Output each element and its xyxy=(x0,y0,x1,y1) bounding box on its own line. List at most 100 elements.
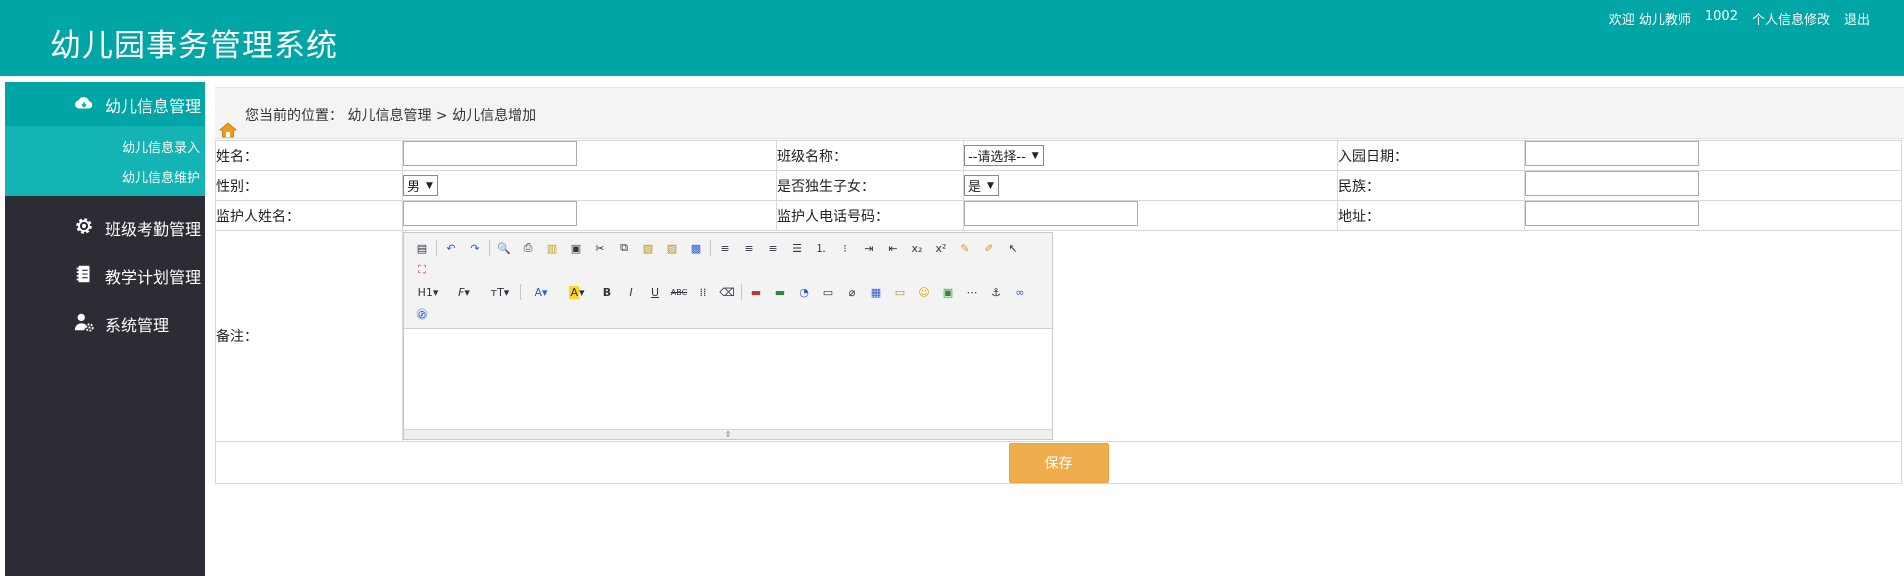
paste-text-icon[interactable]: ▨ xyxy=(660,237,684,259)
gender-select-value: 男 xyxy=(407,180,421,195)
line-height-icon[interactable]: ⁞⁞ xyxy=(691,281,715,303)
save-button[interactable]: 保存 xyxy=(1008,442,1109,483)
source-icon[interactable]: ▤ xyxy=(410,237,434,259)
app-header: 幼儿园事务管理系统 欢迎 幼儿教师 1002 个人信息修改 退出 xyxy=(0,0,1904,76)
form-row: 保存 xyxy=(215,441,1902,484)
sidebar-item-child-entry[interactable]: 幼儿信息录入 xyxy=(5,138,205,168)
remarks-label: 备注： xyxy=(215,230,403,442)
font-family-button[interactable]: F ▾ xyxy=(446,281,482,303)
ethnicity-label: 民族： xyxy=(1337,170,1525,201)
format-painter-icon[interactable]: ✐ xyxy=(977,237,1001,259)
cut-icon[interactable]: ✂ xyxy=(588,237,612,259)
outdent-icon[interactable]: ⇤ xyxy=(881,237,905,259)
sidebar-item-label: 系统管理 xyxy=(105,316,170,335)
gender-select[interactable]: 男 ▼ xyxy=(403,175,438,196)
guardian-name-input[interactable] xyxy=(403,201,577,226)
undo-icon[interactable]: ↶ xyxy=(439,237,463,259)
name-input[interactable] xyxy=(403,141,577,166)
align-center-icon[interactable]: ≡ xyxy=(737,237,761,259)
clear-format-icon[interactable]: ✎ xyxy=(953,237,977,259)
heading-label: H1 xyxy=(417,285,433,299)
ordered-list-icon[interactable]: ⒈ xyxy=(809,237,833,259)
address-label: 地址： xyxy=(1337,200,1525,231)
justify-icon[interactable]: ☰ xyxy=(785,237,809,259)
sidebar-group-label: 幼儿信息管理 xyxy=(105,97,202,116)
enroll-date-label: 入园日期： xyxy=(1337,140,1525,171)
bold-button[interactable]: B xyxy=(595,281,619,303)
help-icon[interactable]: ⓘ xyxy=(410,303,434,325)
rich-text-editor: ▤ ↶ ↷ 🔍 ⎙ ▥ ▣ ✂ ⧉ ▧ ▨ ▩ ≡ ≡ ≡ ☰ ⒈ ⁝ ⇥ ⇤ … xyxy=(403,232,1053,440)
attachment-icon[interactable]: ⌀ xyxy=(840,281,864,303)
sidebar-item-label: 教学计划管理 xyxy=(105,268,202,287)
logout-link[interactable]: 退出 xyxy=(1844,9,1870,28)
home-icon xyxy=(219,122,237,138)
heading-button[interactable]: H1 ▾ xyxy=(410,281,446,303)
code-icon[interactable]: ▣ xyxy=(564,237,588,259)
unordered-list-icon[interactable]: ⁝ xyxy=(833,237,857,259)
highlight-color-icon[interactable]: A ▾ xyxy=(559,281,595,303)
map-icon[interactable]: ▣ xyxy=(936,281,960,303)
editor-resize-handle[interactable]: ⇕ xyxy=(404,429,1052,439)
strike-label: ABC xyxy=(670,287,688,297)
sidebar-item-system[interactable]: 系统管理 xyxy=(5,298,205,346)
sidebar-group-child-info[interactable]: 幼儿信息管理 xyxy=(5,82,205,126)
media-icon[interactable]: ▭ xyxy=(816,281,840,303)
guardian-name-label: 监护人姓名： xyxy=(215,200,403,231)
class-select[interactable]: --请选择-- ▼ xyxy=(964,145,1044,166)
sidebar-submenu: 幼儿信息录入 幼儿信息维护 xyxy=(5,126,205,196)
user-gear-icon xyxy=(74,313,94,332)
template-icon[interactable]: ▥ xyxy=(540,237,564,259)
flash-icon[interactable]: ◔ xyxy=(792,281,816,303)
class-select-value: --请选择-- xyxy=(968,150,1026,165)
sidebar-item-teaching-plan[interactable]: 教学计划管理 xyxy=(5,250,205,298)
paste-icon[interactable]: ▧ xyxy=(636,237,660,259)
editor-content-area[interactable] xyxy=(404,329,1052,429)
indent-icon[interactable]: ⇥ xyxy=(857,237,881,259)
breadcrumb: 您当前的位置： 幼儿信息管理 > 幼儿信息增加 xyxy=(215,87,1904,139)
link-icon[interactable]: ∞ xyxy=(1008,281,1032,303)
sidebar-item-attendance[interactable]: 班级考勤管理 xyxy=(5,202,205,250)
preview-icon[interactable]: 🔍 xyxy=(492,237,516,259)
paste-word-icon[interactable]: ▩ xyxy=(684,237,708,259)
align-right-icon[interactable]: ≡ xyxy=(761,237,785,259)
enroll-date-input[interactable] xyxy=(1525,141,1699,166)
form-row: 备注： ▤ ↶ ↷ 🔍 ⎙ ▥ ▣ ✂ ⧉ ▧ ▨ ▩ ≡ ≡ ≡ ☰ ⒈ ⁝ … xyxy=(215,230,1902,442)
font-size-button[interactable]: тT ▾ xyxy=(482,281,518,303)
sidebar-item-child-maintain[interactable]: 幼儿信息维护 xyxy=(5,168,205,198)
form-row: 性别： 男 ▼ 是否独生子女： 是 ▼ 民族： xyxy=(215,170,1902,201)
dropdown-arrow-icon: ▼ xyxy=(1031,150,1039,161)
child-info-form: 姓名： 班级名称： --请选择-- ▼ 入园日期： 性别： 男 ▼ 是否独生子女： … xyxy=(215,140,1902,484)
align-left-icon[interactable]: ≡ xyxy=(713,237,737,259)
form-row: 姓名： 班级名称： --请选择-- ▼ 入园日期： xyxy=(215,140,1902,171)
redo-icon[interactable]: ↷ xyxy=(463,237,487,259)
strikethrough-button[interactable]: ABC xyxy=(667,281,691,303)
form-row: 监护人姓名： 监护人电话号码： 地址： xyxy=(215,200,1902,231)
underline-button[interactable]: U xyxy=(643,281,667,303)
page-break-icon[interactable]: ⋯ xyxy=(960,281,984,303)
underline-label: U xyxy=(650,285,660,299)
ethnicity-input[interactable] xyxy=(1525,171,1699,196)
subscript-icon[interactable]: x₂ xyxy=(905,237,929,259)
table-icon[interactable]: ▦ xyxy=(864,281,888,303)
eraser-icon[interactable]: ⌫ xyxy=(715,281,739,303)
superscript-icon[interactable]: x² xyxy=(929,237,953,259)
print-icon[interactable]: ⎙ xyxy=(516,237,540,259)
anchor-icon[interactable]: ⚓ xyxy=(984,281,1008,303)
name-label: 姓名： xyxy=(215,140,403,171)
fullscreen-icon[interactable]: ⛶ xyxy=(410,259,434,281)
welcome-text: 欢迎 幼儿教师 xyxy=(1608,13,1691,28)
emoticon-icon[interactable]: ☺ xyxy=(912,281,936,303)
select-all-icon[interactable]: ↖ xyxy=(1001,237,1025,259)
user-bar: 欢迎 幼儿教师 1002 个人信息修改 退出 xyxy=(1609,9,1870,28)
copy-icon[interactable]: ⧉ xyxy=(612,237,636,259)
font-color-icon[interactable]: A▾ xyxy=(523,281,559,303)
italic-button[interactable]: I xyxy=(619,281,643,303)
address-input[interactable] xyxy=(1525,201,1699,226)
hr-icon[interactable]: ▭ xyxy=(888,281,912,303)
profile-link[interactable]: 个人信息修改 xyxy=(1752,9,1830,28)
guardian-phone-input[interactable] xyxy=(964,201,1138,226)
image-icon[interactable]: ▬ xyxy=(744,281,768,303)
bold-label: B xyxy=(602,285,612,299)
only-child-select[interactable]: 是 ▼ xyxy=(964,175,999,196)
multi-image-icon[interactable]: ▬ xyxy=(768,281,792,303)
